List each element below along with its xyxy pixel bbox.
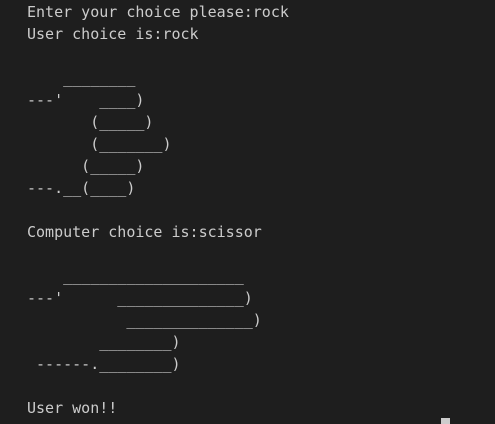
terminal-output: Enter your choice please:rock User choice… bbox=[27, 1, 495, 419]
terminal-cursor bbox=[441, 418, 450, 424]
rock-ascii-art: ________ ---' ____) (_____) (_______) (__… bbox=[27, 45, 495, 199]
scissor-ascii-art: ____________________ ---' ______________)… bbox=[27, 243, 495, 375]
scissor-art-line bbox=[27, 243, 495, 265]
rock-art-line: (_____) bbox=[27, 113, 154, 131]
rock-art-line: ________ bbox=[27, 69, 136, 87]
rock-art-line bbox=[27, 45, 495, 67]
user-choice-line: User choice is:rock bbox=[27, 25, 199, 43]
scissor-art-line: ------.________) bbox=[27, 355, 181, 373]
computer-choice-line: Computer choice is:scissor bbox=[27, 223, 262, 241]
rock-art-line: ---.__(____) bbox=[27, 179, 136, 197]
scissor-art-line: ________) bbox=[27, 333, 181, 351]
scissor-art-line: ____________________ bbox=[27, 267, 244, 285]
rock-art-line: ---' ____) bbox=[27, 91, 145, 109]
rock-art-line: (_____) bbox=[27, 157, 145, 175]
scissor-art-line: ______________) bbox=[27, 311, 262, 329]
rock-art-line: (_______) bbox=[27, 135, 172, 153]
scissor-art-line: ---' ______________) bbox=[27, 289, 253, 307]
result-line: User won!! bbox=[27, 399, 118, 417]
terminal-output-panel[interactable]: Enter your choice please:rock User choice… bbox=[0, 0, 495, 424]
input-prompt-line: Enter your choice please:rock bbox=[27, 3, 289, 21]
